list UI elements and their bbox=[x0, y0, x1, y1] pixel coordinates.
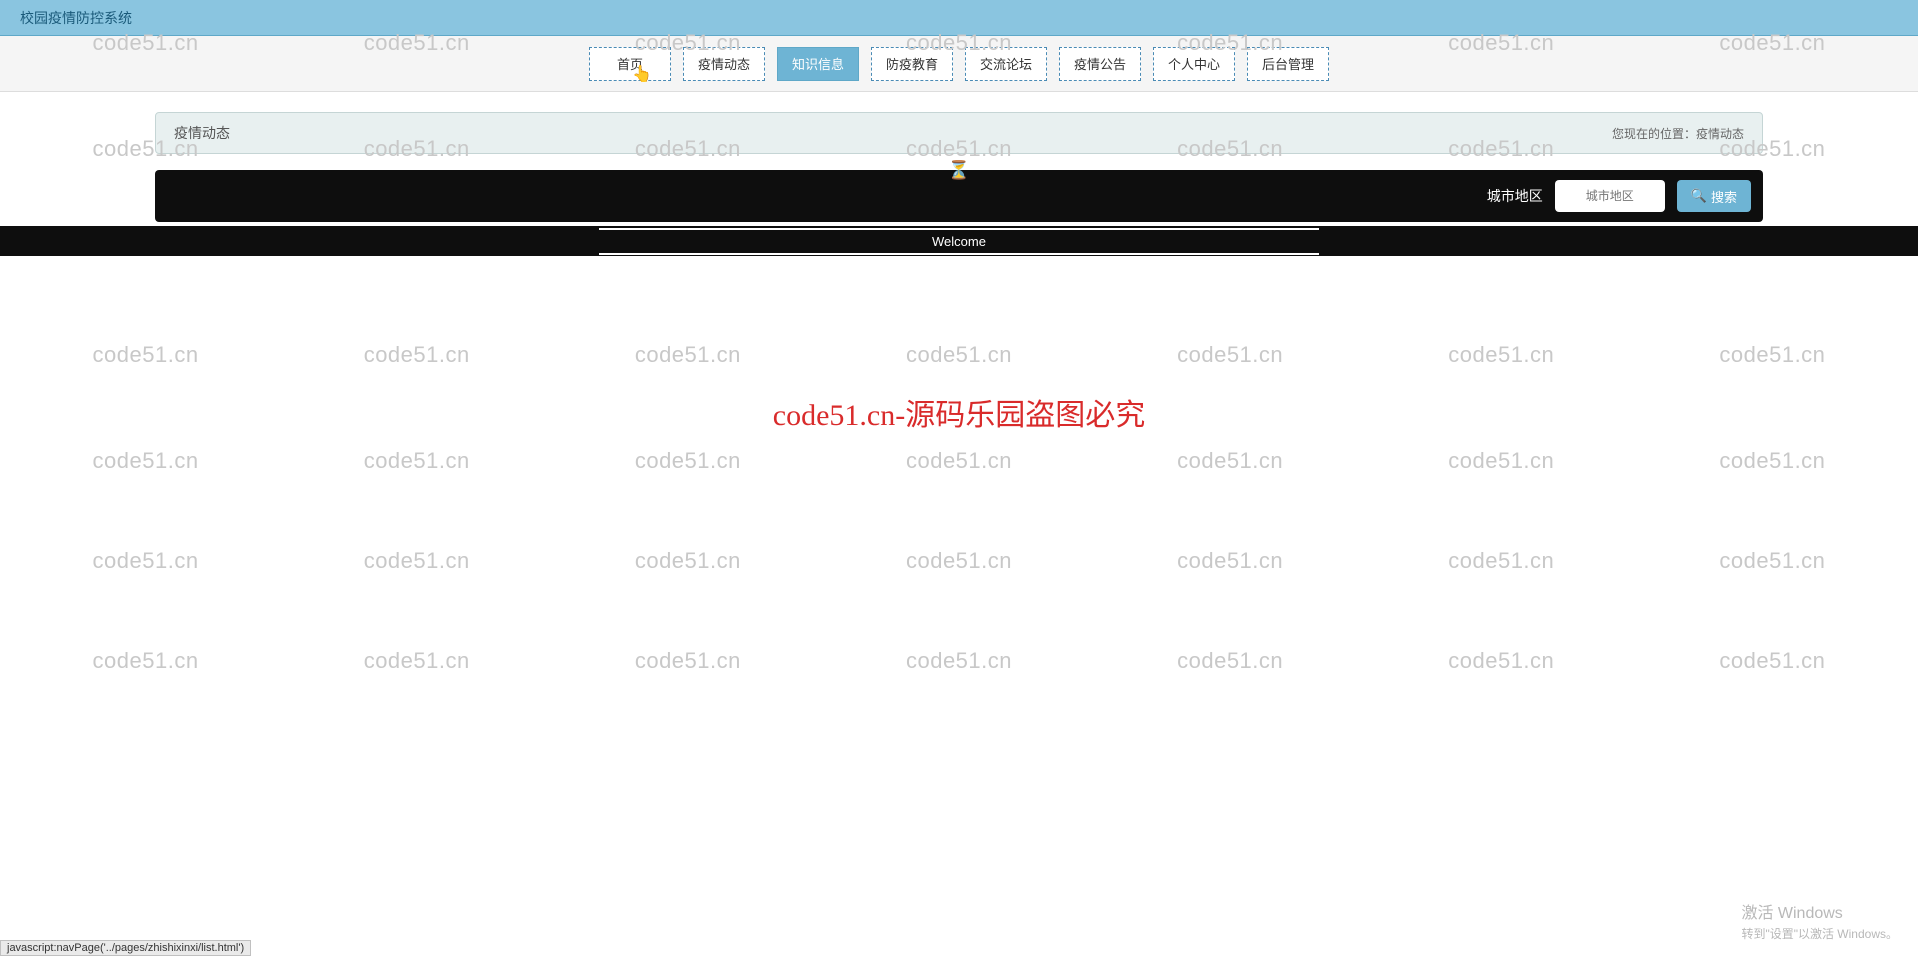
watermark-row: code51.cn code51.cn code51.cn code51.cn code… bbox=[0, 342, 1918, 368]
nav-announcements[interactable]: 疫情公告 bbox=[1059, 47, 1141, 81]
center-overlay-text: code51.cn-源码乐园盗图必究 bbox=[773, 390, 1145, 434]
watermark-text: code51.cn bbox=[1448, 548, 1554, 574]
watermark-row: code51.cn code51.cn code51.cn code51.cn code… bbox=[0, 648, 1918, 674]
watermark-text: code51.cn bbox=[635, 342, 741, 368]
breadcrumb-location: 您现在的位置：疫情动态 bbox=[1612, 125, 1744, 142]
breadcrumb: 疫情动态 您现在的位置：疫情动态 bbox=[155, 112, 1763, 154]
search-button[interactable]: 🔍 搜索 bbox=[1677, 180, 1751, 212]
welcome-text: Welcome bbox=[599, 228, 1319, 255]
watermark-text: code51.cn bbox=[93, 648, 199, 674]
watermark-text: code51.cn bbox=[1177, 342, 1283, 368]
watermark-text: code51.cn bbox=[1177, 648, 1283, 674]
watermark-text: code51.cn bbox=[635, 648, 741, 674]
watermark-text: code51.cn bbox=[635, 448, 741, 474]
content-area: 疫情动态 您现在的位置：疫情动态 ⏳ 城市地区 🔍 搜索 bbox=[0, 92, 1918, 222]
nav-knowledge-info[interactable]: 知识信息 bbox=[777, 47, 859, 81]
nav-area: 首页 疫情动态 知识信息 防疫教育 交流论坛 疫情公告 个人中心 后台管理 bbox=[0, 36, 1918, 92]
watermark-text: code51.cn bbox=[1719, 448, 1825, 474]
nav-home[interactable]: 首页 bbox=[589, 47, 671, 81]
nav-prevention-education[interactable]: 防疫教育 bbox=[871, 47, 953, 81]
search-input[interactable] bbox=[1555, 180, 1665, 212]
nav-forum[interactable]: 交流论坛 bbox=[965, 47, 1047, 81]
watermark-text: code51.cn bbox=[906, 342, 1012, 368]
app-title: 校园疫情防控系统 bbox=[20, 8, 132, 28]
watermark-text: code51.cn bbox=[364, 648, 470, 674]
nav-admin[interactable]: 后台管理 bbox=[1247, 47, 1329, 81]
watermark-text: code51.cn bbox=[93, 342, 199, 368]
nav-personal-center[interactable]: 个人中心 bbox=[1153, 47, 1235, 81]
watermark-text: code51.cn bbox=[635, 548, 741, 574]
watermark-text: code51.cn bbox=[93, 548, 199, 574]
search-bar: ⏳ 城市地区 🔍 搜索 bbox=[155, 170, 1763, 222]
activate-windows-notice: 激活 Windows 转到"设置"以激活 Windows。 bbox=[1741, 899, 1898, 942]
watermark-text: code51.cn bbox=[93, 448, 199, 474]
watermark-text: code51.cn bbox=[1448, 648, 1554, 674]
watermark-row: code51.cn code51.cn code51.cn code51.cn code… bbox=[0, 448, 1918, 474]
watermark-text: code51.cn bbox=[906, 448, 1012, 474]
watermark-text: code51.cn bbox=[1448, 342, 1554, 368]
watermark-text: code51.cn bbox=[1719, 548, 1825, 574]
watermark-text: code51.cn bbox=[906, 648, 1012, 674]
welcome-bar: Welcome bbox=[0, 226, 1918, 256]
watermark-row: code51.cn code51.cn code51.cn code51.cn code… bbox=[0, 548, 1918, 574]
search-label: 城市地区 bbox=[1487, 186, 1543, 206]
watermark-text: code51.cn bbox=[906, 548, 1012, 574]
top-header: 校园疫情防控系统 bbox=[0, 0, 1918, 36]
watermark-text: code51.cn bbox=[1177, 448, 1283, 474]
nav-container: 首页 疫情动态 知识信息 防疫教育 交流论坛 疫情公告 个人中心 后台管理 bbox=[589, 47, 1329, 81]
nav-epidemic-news[interactable]: 疫情动态 bbox=[683, 47, 765, 81]
watermark-text: code51.cn bbox=[1448, 448, 1554, 474]
search-icon: 🔍 bbox=[1691, 188, 1707, 204]
watermark-text: code51.cn bbox=[364, 448, 470, 474]
watermark-text: code51.cn bbox=[1177, 548, 1283, 574]
loading-icon: ⏳ bbox=[948, 160, 970, 181]
watermark-text: code51.cn bbox=[1719, 342, 1825, 368]
page-title: 疫情动态 bbox=[174, 123, 230, 143]
watermark-text: code51.cn bbox=[364, 342, 470, 368]
watermark-text: code51.cn bbox=[364, 548, 470, 574]
status-bar: javascript:navPage('../pages/zhishixinxi… bbox=[0, 940, 251, 956]
watermark-text: code51.cn bbox=[1719, 648, 1825, 674]
